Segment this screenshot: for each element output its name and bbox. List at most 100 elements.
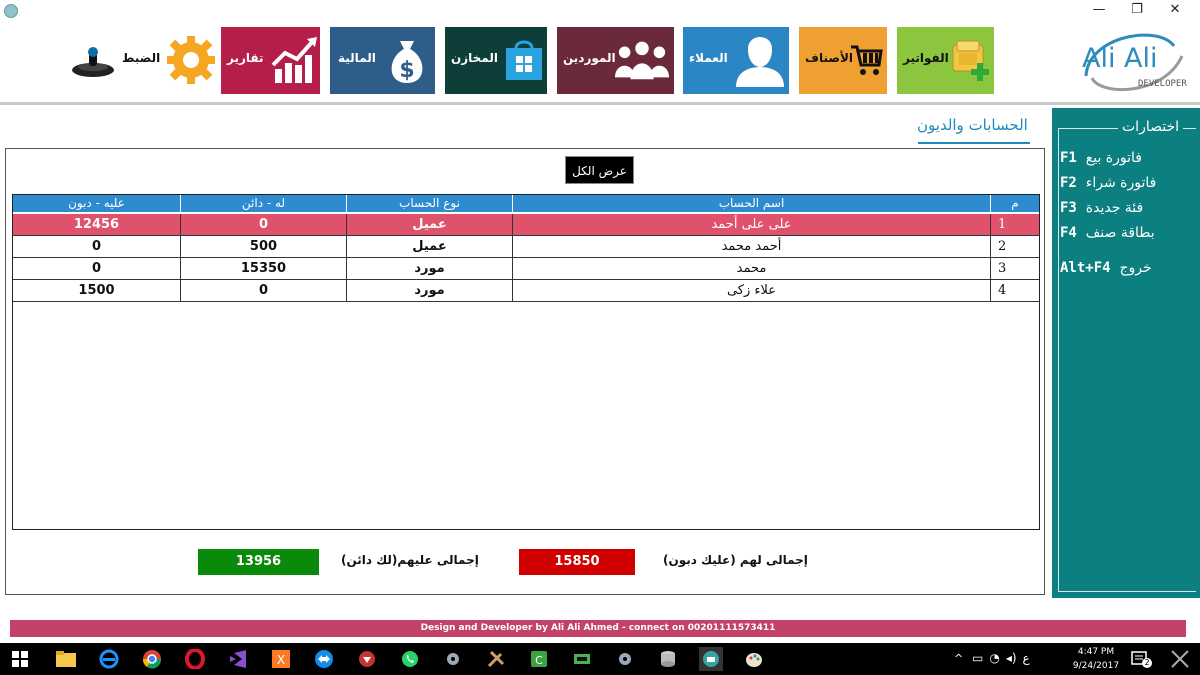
cell-debit: 0 (13, 236, 181, 258)
table-row[interactable]: 0 15350 مورد محمد 3 (13, 258, 1039, 280)
logo-title: Ali Ali (1082, 43, 1158, 74)
table-row[interactable]: 0 500 عميل أحمد محمد 2 (13, 236, 1039, 258)
whatsapp-icon[interactable] (398, 647, 422, 671)
cell-no: 4 (991, 280, 1039, 302)
svg-text:C: C (535, 654, 543, 667)
maximize-button[interactable]: ❐ (1120, 0, 1154, 20)
joystick-icon (70, 37, 116, 83)
cell-no: 1 (991, 214, 1039, 236)
camtasia-icon[interactable]: C (527, 647, 551, 671)
table-row[interactable]: 12456 0 عميل على على أحمد 1 (13, 214, 1039, 236)
table-row[interactable]: 1500 0 مورد علاء زكى 4 (13, 280, 1039, 302)
active-app-icon[interactable] (699, 647, 723, 671)
system-tray[interactable]: ▭ ◔ ◂) ع (972, 650, 1050, 666)
cell-name: محمد (513, 258, 991, 280)
customers-tile[interactable]: العملاء (683, 27, 789, 94)
cell-debit: 1500 (13, 280, 181, 302)
chrome-icon[interactable] (140, 647, 164, 671)
shortcut-label: بطاقة صنف (1085, 225, 1155, 241)
suppliers-label: الموردين (563, 51, 616, 65)
reports-tile[interactable]: تقارير (221, 27, 320, 94)
cell-debit: 0 (13, 258, 181, 280)
clock[interactable]: 4:47 PM 9/24/2017 (1066, 645, 1126, 673)
header-account-type[interactable]: نوع الحساب (347, 195, 513, 212)
accounts-grid: عليه - دبون له - دائن نوع الحساب اسم الح… (12, 194, 1040, 530)
settings-label: الضبط (122, 51, 161, 65)
network-icon[interactable]: ◔ (989, 651, 999, 665)
download-app-icon[interactable] (355, 647, 379, 671)
settings-app-icon[interactable] (613, 647, 637, 671)
tray-chevron-icon[interactable]: ^ (954, 652, 963, 665)
windows-start-icon[interactable] (8, 647, 32, 671)
ribbon-divider (0, 102, 1200, 105)
items-tile[interactable]: الأصناف (799, 27, 887, 94)
shortcut-item-card[interactable]: F4 بطاقة صنف (1060, 225, 1155, 241)
teamviewer-icon[interactable] (312, 647, 336, 671)
stores-tile[interactable]: المخازن (445, 27, 547, 94)
clock-date: 9/24/2017 (1072, 661, 1120, 671)
hardware-icon[interactable] (570, 647, 594, 671)
xampp-icon[interactable]: X (269, 647, 293, 671)
customers-label: العملاء (689, 51, 728, 65)
chart-growth-icon (267, 33, 321, 87)
cell-name: أحمد محمد (513, 236, 991, 258)
shortcut-key: Alt+F4 (1060, 260, 1111, 276)
shortcut-new-category[interactable]: F3 فئة جديدة (1060, 200, 1143, 216)
invoices-label: الفواتير (903, 51, 949, 65)
file-explorer-icon[interactable] (54, 647, 78, 671)
total-for-them-value: 15850 (519, 549, 635, 575)
cell-no: 2 (991, 236, 1039, 258)
visual-studio-icon[interactable] (226, 647, 250, 671)
database-icon[interactable] (656, 647, 680, 671)
edge-browser-icon[interactable] (97, 647, 121, 671)
opera-icon[interactable] (183, 647, 207, 671)
app-icon (4, 4, 18, 18)
cell-type: مورد (347, 258, 513, 280)
finance-label: المالية (338, 51, 376, 65)
shortcut-key: F2 (1060, 175, 1077, 191)
cell-type: مورد (347, 280, 513, 302)
action-center-icon[interactable] (1170, 649, 1192, 669)
logo-subtitle: DEVELOPER (1138, 79, 1187, 89)
invoices-tile[interactable]: الفواتير (897, 27, 994, 94)
cell-credit: 15350 (181, 258, 347, 280)
shortcuts-frame (1058, 128, 1196, 592)
show-all-button[interactable]: عرض الكل (565, 156, 634, 184)
title-bar: — ❐ ✕ (0, 0, 1200, 22)
cell-name: علاء زكى (513, 280, 991, 302)
cart-icon (849, 33, 883, 87)
close-button[interactable]: ✕ (1158, 0, 1192, 20)
total-on-them-label: إجمالى عليهم(لك دائن) (341, 553, 479, 567)
add-invoice-icon (945, 33, 999, 87)
cell-credit: 500 (181, 236, 347, 258)
notification-count: 2 (1142, 658, 1152, 668)
shortcut-sale-invoice[interactable]: F1 فاتورة بيع (1060, 150, 1142, 166)
person-icon (733, 31, 787, 87)
cell-debit: 12456 (13, 214, 181, 236)
keyboard-language[interactable]: ع (1023, 651, 1030, 665)
battery-icon[interactable]: ▭ (972, 651, 983, 665)
cell-no: 3 (991, 258, 1039, 280)
notification-center-icon[interactable]: 2 (1130, 649, 1152, 669)
header-account-name[interactable]: اسم الحساب (513, 195, 991, 212)
tools-icon[interactable] (484, 647, 508, 671)
header-no[interactable]: م (991, 195, 1039, 212)
settings-tile[interactable]: الضبط (64, 27, 219, 94)
stores-label: المخازن (451, 51, 498, 65)
shortcut-purchase-invoice[interactable]: F2 فاتورة شراء (1060, 175, 1156, 191)
paint-icon[interactable] (742, 647, 766, 671)
suppliers-tile[interactable]: الموردين (557, 27, 674, 94)
ribbon-toolbar: الضبط تقارير المالية $ المخازن الموردين … (0, 22, 1200, 102)
minimize-button[interactable]: — (1082, 0, 1116, 20)
header-credit[interactable]: له - دائن (181, 195, 347, 212)
store-bag-icon (497, 33, 551, 87)
shortcut-label: فاتورة شراء (1085, 175, 1157, 191)
svg-text:$: $ (399, 58, 414, 83)
gear-app-icon[interactable] (441, 647, 465, 671)
volume-icon[interactable]: ◂) (1006, 651, 1017, 665)
finance-tile[interactable]: المالية $ (330, 27, 435, 94)
header-debit[interactable]: عليه - دبون (13, 195, 181, 212)
shortcut-exit[interactable]: Alt+F4 خروج (1060, 260, 1152, 276)
cell-type: عميل (347, 236, 513, 258)
shortcut-key: F3 (1060, 200, 1077, 216)
